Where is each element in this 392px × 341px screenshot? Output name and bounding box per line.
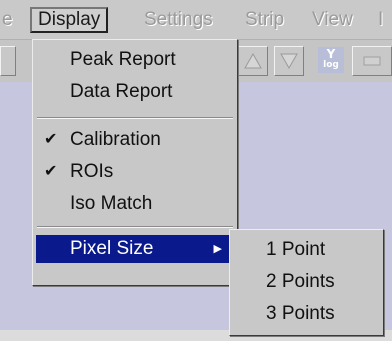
submenu-item-1-point[interactable]: 1 Point	[233, 235, 379, 265]
menu-item-label: ROIs	[70, 161, 114, 182]
submenu-arrow-icon: ▶	[213, 243, 222, 255]
menu-item-label: Peak Report	[70, 49, 176, 70]
application-window: e Display Settings Strip View I Y log Pe…	[0, 0, 392, 341]
ylog-icon-log: log	[323, 60, 339, 70]
menu-item-data-report[interactable]: Data Report	[36, 78, 232, 106]
submenu-item-label: 3 Points	[266, 303, 335, 324]
menu-item-rois[interactable]: ✔ ROIs	[36, 158, 232, 186]
menu-item-calibration[interactable]: ✔ Calibration	[36, 126, 232, 154]
menu-item-iso-match[interactable]: Iso Match	[36, 190, 232, 218]
ylog-icon[interactable]: Y log	[318, 47, 344, 73]
menu-settings[interactable]: Settings	[144, 9, 213, 31]
submenu-item-label: 2 Points	[266, 271, 335, 292]
menu-strip[interactable]: Strip	[245, 9, 284, 31]
submenu-item-3-points[interactable]: 3 Points	[233, 299, 379, 329]
menu-display[interactable]: Display	[30, 7, 109, 33]
menu-edit[interactable]: e	[2, 9, 13, 31]
menu-item-label: Iso Match	[70, 193, 153, 214]
menu-more[interactable]: I	[378, 9, 383, 31]
partial-icon	[363, 56, 381, 66]
toolbar-button-right[interactable]	[352, 46, 392, 76]
checkmark-icon: ✔	[44, 163, 58, 180]
menu-item-label: Data Report	[70, 81, 173, 102]
triangle-down-icon	[280, 53, 298, 70]
pixel-size-submenu: 1 Point 2 Points 3 Points	[229, 229, 384, 336]
display-menu: Peak Report Data Report ✔ Calibration ✔ …	[32, 39, 238, 286]
menu-item-pixel-size[interactable]: Pixel Size ▶	[36, 235, 232, 263]
triangle-up-icon	[244, 52, 262, 69]
menu-item-peak-report[interactable]: Peak Report	[36, 46, 232, 74]
menu-view[interactable]: View	[312, 9, 353, 31]
menu-separator	[37, 226, 233, 228]
peak-down-button[interactable]	[274, 46, 304, 76]
toolbar-button-partial[interactable]	[0, 46, 16, 76]
submenu-item-label: 1 Point	[266, 239, 326, 260]
menu-item-label: Calibration	[70, 129, 161, 150]
menu-bar: e Display Settings Strip View I	[0, 0, 392, 40]
checkmark-icon: ✔	[44, 131, 58, 148]
menu-item-label: Pixel Size	[70, 238, 154, 259]
menu-separator	[37, 117, 233, 119]
ylog-icon-y: Y	[326, 47, 336, 61]
peak-up-button[interactable]	[238, 46, 268, 76]
submenu-item-2-points[interactable]: 2 Points	[233, 267, 379, 297]
